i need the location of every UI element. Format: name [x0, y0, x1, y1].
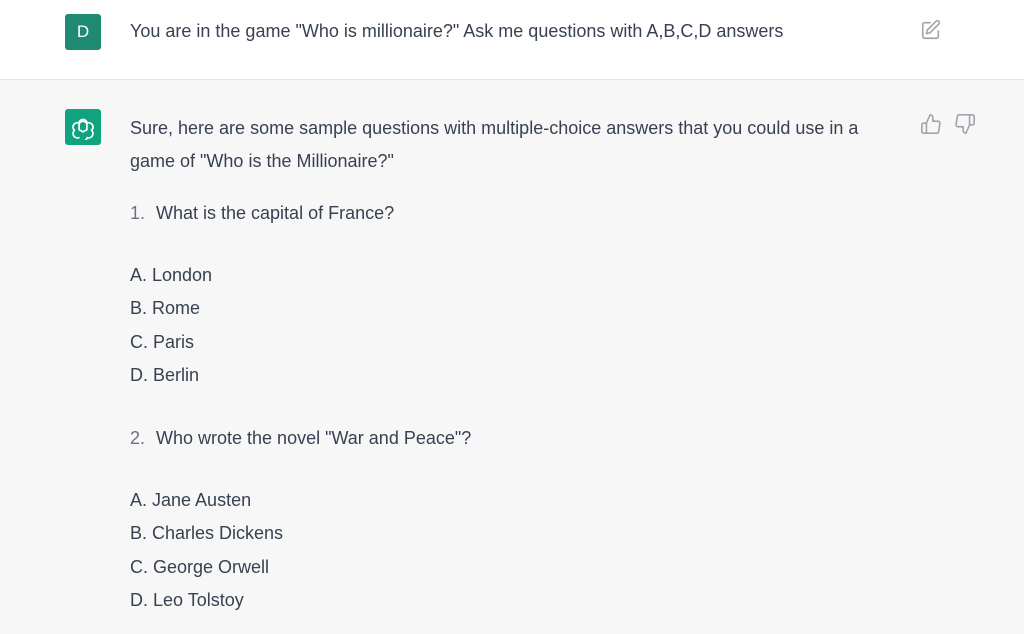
question-number: 2. — [130, 428, 146, 449]
answer-option: D. Leo Tolstoy — [130, 590, 244, 611]
edit-button[interactable] — [920, 19, 942, 41]
question-2: 2. Who wrote the novel "War and Peace"? — [130, 427, 910, 449]
assistant-intro-text: Sure, here are some sample questions wit… — [130, 118, 859, 171]
answer-option: D. Berlin — [130, 364, 200, 385]
answer-option: B. Charles Dickens — [130, 523, 284, 544]
answer-option: A. London — [130, 265, 213, 285]
answer-list-1: A. London B. Rome C. Paris D. Berlin — [130, 259, 910, 392]
question-number: 1. — [130, 203, 146, 223]
assistant-message-content: Sure, here are some sample questions wit… — [130, 112, 910, 617]
user-message-text: You are in the game "Who is millionaire?… — [130, 21, 784, 41]
openai-logo-icon — [72, 118, 94, 140]
user-avatar: D — [65, 14, 101, 50]
answer-option: C. Paris — [130, 331, 195, 352]
answer-option: C. George Orwell — [130, 556, 270, 577]
user-avatar-letter: D — [76, 22, 90, 41]
assistant-message-row: Sure, here are some sample questions wit… — [0, 80, 1024, 634]
question-text: What is the capital of France? — [156, 203, 395, 223]
assistant-avatar — [65, 109, 101, 145]
thumbs-down-icon — [955, 114, 975, 134]
question-text: Who wrote the novel "War and Peace"? — [156, 428, 472, 449]
edit-icon — [921, 19, 941, 40]
user-message-row: D You are in the game "Who is millionair… — [0, 0, 1024, 80]
question-1: 1. What is the capital of France? — [130, 202, 910, 224]
answer-list-2: A. Jane Austen B. Charles Dickens C. Geo… — [130, 484, 910, 617]
thumbs-up-icon — [921, 114, 941, 134]
answer-option: A. Jane Austen — [130, 490, 252, 511]
answer-option: B. Rome — [130, 298, 201, 319]
thumbs-down-button[interactable] — [954, 113, 976, 135]
thumbs-up-button[interactable] — [920, 113, 942, 135]
